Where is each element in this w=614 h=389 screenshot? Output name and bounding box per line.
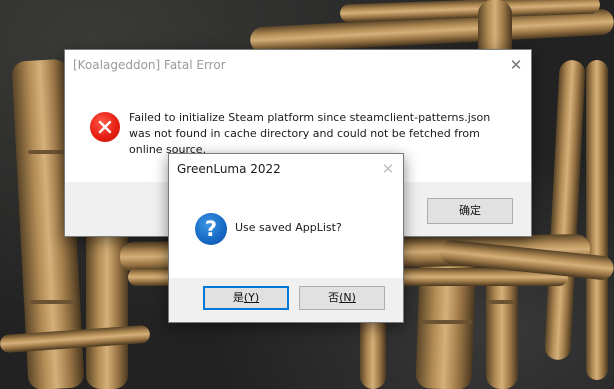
- no-button-label: 否: [328, 291, 340, 304]
- question-icon: ?: [195, 213, 227, 245]
- question-dialog: GreenLuma 2022 ✕ ? Use saved AppList? 是(…: [168, 153, 404, 323]
- error-dialog-titlebar[interactable]: [Koalageddon] Fatal Error ✕: [65, 50, 531, 80]
- error-dialog-title: [Koalageddon] Fatal Error: [73, 58, 226, 72]
- yes-button-label: 是: [232, 291, 244, 304]
- question-dialog-title: GreenLuma 2022: [177, 162, 281, 176]
- close-icon[interactable]: ✕: [507, 56, 525, 74]
- no-button[interactable]: 否(N): [299, 286, 385, 310]
- error-icon: [90, 112, 120, 142]
- ok-button[interactable]: 确定: [427, 198, 513, 224]
- no-button-accelerator: (N): [339, 291, 356, 304]
- error-message: Failed to initialize Steam platform sinc…: [129, 111, 491, 156]
- close-icon[interactable]: ✕: [379, 160, 397, 178]
- yes-button-accelerator: (Y): [243, 291, 260, 304]
- yes-button[interactable]: 是(Y): [203, 286, 289, 310]
- question-dialog-titlebar[interactable]: GreenLuma 2022 ✕: [169, 154, 403, 184]
- question-message: Use saved AppList?: [235, 221, 342, 234]
